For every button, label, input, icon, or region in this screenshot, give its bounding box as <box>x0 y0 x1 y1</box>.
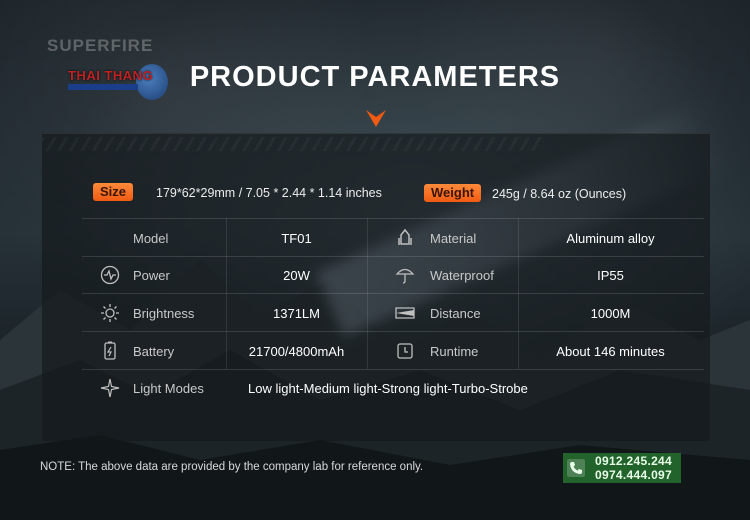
contact-phone-2[interactable]: 0974.444.097 <box>595 468 672 482</box>
weight-badge: Weight <box>424 184 482 202</box>
material-label: Material <box>430 231 477 246</box>
divider <box>82 293 704 294</box>
power-value: 20W <box>283 268 310 283</box>
runtime-icon <box>397 343 413 359</box>
page-title: PRODUCT PARAMETERS <box>189 61 561 93</box>
material-icon <box>398 228 412 245</box>
material-value: Aluminum alloy <box>566 231 655 246</box>
model-value: TF01 <box>281 231 312 246</box>
light-modes-icon <box>100 378 120 398</box>
battery-label: Battery <box>133 344 175 359</box>
divider <box>82 369 704 370</box>
distance-label: Distance <box>430 306 481 321</box>
brand-watermark: SUPERFIRE <box>47 36 154 55</box>
disclaimer-note: NOTE: The above data are provided by the… <box>40 461 424 473</box>
distance-value: 1000M <box>590 306 631 321</box>
model-label: Model <box>133 231 169 246</box>
divider <box>82 331 704 332</box>
light-modes-label: Light Modes <box>133 381 204 396</box>
waterproof-label: Waterproof <box>430 268 494 283</box>
phone-icon <box>567 459 585 477</box>
size-value: 179*62*29mm / 7.05 * 2.44 * 1.14 inches <box>156 186 382 200</box>
runtime-value: About 146 minutes <box>556 344 665 359</box>
divider <box>82 256 704 257</box>
brightness-label: Brightness <box>133 306 195 321</box>
waterproof-value: IP55 <box>597 268 624 283</box>
power-icon <box>100 265 120 285</box>
waterproof-icon <box>395 268 415 284</box>
distance-icon <box>395 307 415 319</box>
battery-icon <box>104 341 116 360</box>
contact-phone-1[interactable]: 0912.245.244 <box>595 454 672 468</box>
size-badge: Size <box>93 183 134 201</box>
light-modes-value: Low light-Medium light-Strong light-Turb… <box>248 381 528 396</box>
column-divider <box>367 218 368 369</box>
power-label: Power <box>133 268 170 283</box>
battery-value: 21700/4800mAh <box>248 344 345 359</box>
panel-stripes <box>42 137 542 151</box>
chevron-down-icon <box>366 110 386 127</box>
brightness-icon <box>101 304 119 322</box>
weight-value: 245g / 8.64 oz (Ounces) <box>492 187 627 201</box>
contact-box: 0912.245.244 0974.444.097 <box>563 453 681 483</box>
runtime-label: Runtime <box>430 344 479 359</box>
brightness-value: 1371LM <box>273 306 320 321</box>
divider <box>82 218 704 219</box>
